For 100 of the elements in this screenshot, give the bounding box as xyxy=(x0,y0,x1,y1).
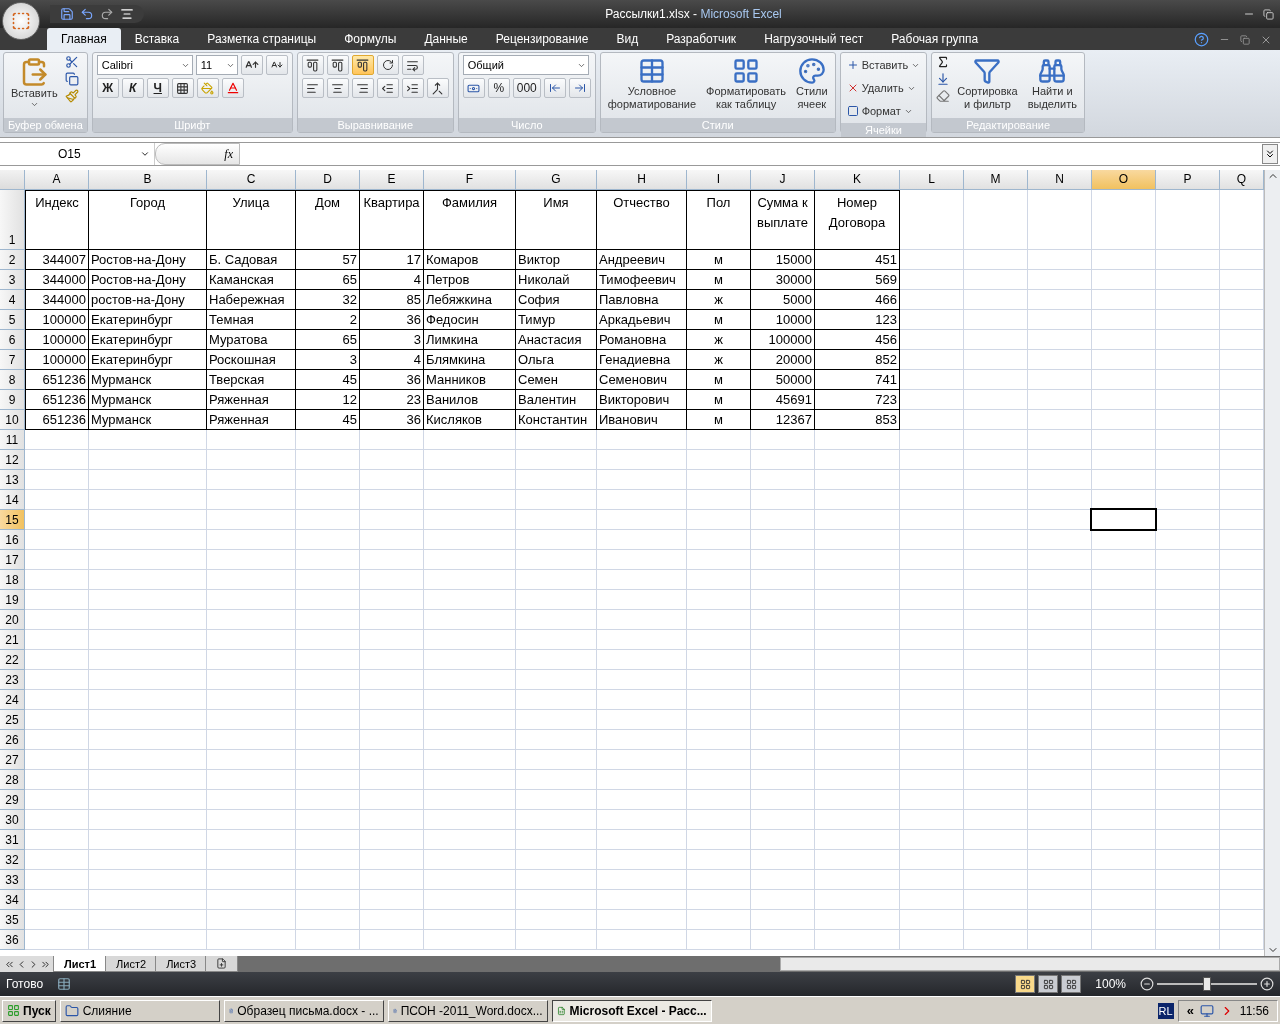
increase-decimal-button[interactable] xyxy=(543,78,566,98)
ribbon-tab[interactable]: Рецензирование xyxy=(481,28,603,50)
column-header[interactable]: I xyxy=(687,170,751,190)
cell-styles-button[interactable]: Стили ячеек xyxy=(792,55,831,113)
redo-icon[interactable] xyxy=(100,7,114,21)
sheet-tab[interactable]: Лист2 xyxy=(105,956,158,972)
restore-icon[interactable] xyxy=(1240,34,1250,45)
row-header[interactable]: 24 xyxy=(0,690,25,710)
row-header[interactable]: 5 xyxy=(0,310,25,330)
vertical-align-button[interactable] xyxy=(351,55,374,75)
row-header[interactable]: 25 xyxy=(0,710,25,730)
view-button[interactable] xyxy=(1061,975,1082,993)
column-header[interactable]: O xyxy=(1092,170,1156,190)
office-button[interactable] xyxy=(2,2,40,40)
ribbon-tab[interactable]: Вид xyxy=(602,28,653,50)
vertical-align-button[interactable] xyxy=(326,55,349,75)
column-header[interactable]: J xyxy=(751,170,815,190)
row-header[interactable]: 18 xyxy=(0,570,25,590)
column-header[interactable]: F xyxy=(424,170,516,190)
ribbon-tab[interactable]: Нагрузочный тест xyxy=(750,28,878,50)
zoom-out-icon[interactable] xyxy=(1140,977,1154,991)
ribbon-tab[interactable]: Формулы xyxy=(330,28,411,50)
column-header[interactable]: B xyxy=(89,170,207,190)
expand-button[interactable] xyxy=(1262,144,1278,164)
percent-button[interactable]: % xyxy=(487,78,510,98)
column-header[interactable]: A xyxy=(25,170,89,190)
find-select-button[interactable]: Найти и выделить xyxy=(1024,55,1080,113)
row-header[interactable]: 8 xyxy=(0,370,25,390)
row-header[interactable]: 4 xyxy=(0,290,25,310)
ribbon-tab[interactable]: Разработчик xyxy=(652,28,751,50)
row-header[interactable]: 20 xyxy=(0,610,25,630)
column-header[interactable]: Q xyxy=(1220,170,1264,190)
bold-button[interactable]: Ж xyxy=(96,78,119,98)
column-header[interactable]: E xyxy=(360,170,424,190)
row-header[interactable]: 34 xyxy=(0,890,25,910)
name-box[interactable]: O15 xyxy=(0,143,155,165)
row-header[interactable]: 30 xyxy=(0,810,25,830)
vertical-scrollbar[interactable] xyxy=(1264,170,1280,956)
view-button[interactable] xyxy=(1015,975,1036,993)
ribbon-tab[interactable]: Данные xyxy=(410,28,482,50)
fill-down-icon[interactable] xyxy=(936,72,951,86)
increase-indent-button[interactable] xyxy=(401,78,424,98)
copy-icon[interactable] xyxy=(64,72,79,86)
undo-icon[interactable] xyxy=(80,7,94,21)
sort-filter-button[interactable]: Сортировка и фильтр xyxy=(954,55,1021,113)
row-header[interactable]: 9 xyxy=(0,390,25,410)
row-header[interactable]: 13 xyxy=(0,470,25,490)
row-header[interactable]: 7 xyxy=(0,350,25,370)
ribbon-tab[interactable]: Главная xyxy=(47,28,121,50)
align-center-button[interactable] xyxy=(326,78,349,98)
decrease-indent-button[interactable] xyxy=(376,78,399,98)
number-format-field[interactable]: Общий xyxy=(462,55,589,75)
merge-button[interactable] xyxy=(426,78,449,98)
align-left-button[interactable] xyxy=(301,78,324,98)
insert-sheet-button[interactable] xyxy=(205,956,239,972)
row-header[interactable]: 23 xyxy=(0,670,25,690)
orientation-button[interactable] xyxy=(376,55,399,75)
column-header[interactable]: K xyxy=(815,170,900,190)
row-header[interactable]: 27 xyxy=(0,750,25,770)
column-header[interactable]: M xyxy=(964,170,1028,190)
row-header[interactable]: 15 xyxy=(0,510,25,530)
row-header[interactable]: 21 xyxy=(0,630,25,650)
row-header[interactable]: 11 xyxy=(0,430,25,450)
row-header[interactable]: 32 xyxy=(0,850,25,870)
format-cells-button[interactable]: Формат xyxy=(844,101,923,121)
row-header[interactable]: 33 xyxy=(0,870,25,890)
row-header[interactable]: 29 xyxy=(0,790,25,810)
row-header[interactable]: 22 xyxy=(0,650,25,670)
column-header[interactable]: D xyxy=(296,170,360,190)
taskbar-button[interactable]: Слияние xyxy=(59,999,220,1022)
currency-button[interactable] xyxy=(462,78,485,98)
fill-color-button[interactable] xyxy=(196,78,219,98)
taskbar-button[interactable]: ПСОН -2011_Word.docx... xyxy=(387,999,548,1022)
row-header[interactable]: 19 xyxy=(0,590,25,610)
sheet-tab[interactable]: Лист1 xyxy=(53,956,108,972)
row-header[interactable]: 6 xyxy=(0,330,25,350)
restore-icon[interactable] xyxy=(1263,8,1274,20)
slider-thumb[interactable] xyxy=(1203,977,1211,991)
font-name-field[interactable]: Calibri xyxy=(96,55,193,75)
column-header[interactable]: N xyxy=(1028,170,1092,190)
row-header[interactable]: 35 xyxy=(0,910,25,930)
align-right-button[interactable] xyxy=(351,78,374,98)
column-header[interactable]: H xyxy=(597,170,687,190)
font-size-field[interactable]: 11 xyxy=(195,55,238,75)
paste-button[interactable]: Вставить xyxy=(8,55,61,111)
start-button[interactable]: Пуск xyxy=(2,999,56,1022)
insert-cells-button[interactable]: Вставить xyxy=(844,55,923,75)
save-icon[interactable] xyxy=(60,7,74,21)
wrap-text-button[interactable] xyxy=(401,55,424,75)
row-header[interactable]: 12 xyxy=(0,450,25,470)
column-header[interactable]: P xyxy=(1156,170,1220,190)
underline-button[interactable]: Ч xyxy=(146,78,169,98)
row-header[interactable]: 2 xyxy=(0,250,25,270)
grow-font-button[interactable] xyxy=(240,55,263,75)
row-header[interactable]: 31 xyxy=(0,830,25,850)
row-header[interactable]: 16 xyxy=(0,530,25,550)
insert-function-button[interactable]: fx xyxy=(155,143,240,165)
shrink-font-button[interactable] xyxy=(265,55,288,75)
tray-expand-button[interactable]: « xyxy=(1186,1003,1194,1018)
delete-cells-button[interactable]: Удалить xyxy=(844,78,923,98)
